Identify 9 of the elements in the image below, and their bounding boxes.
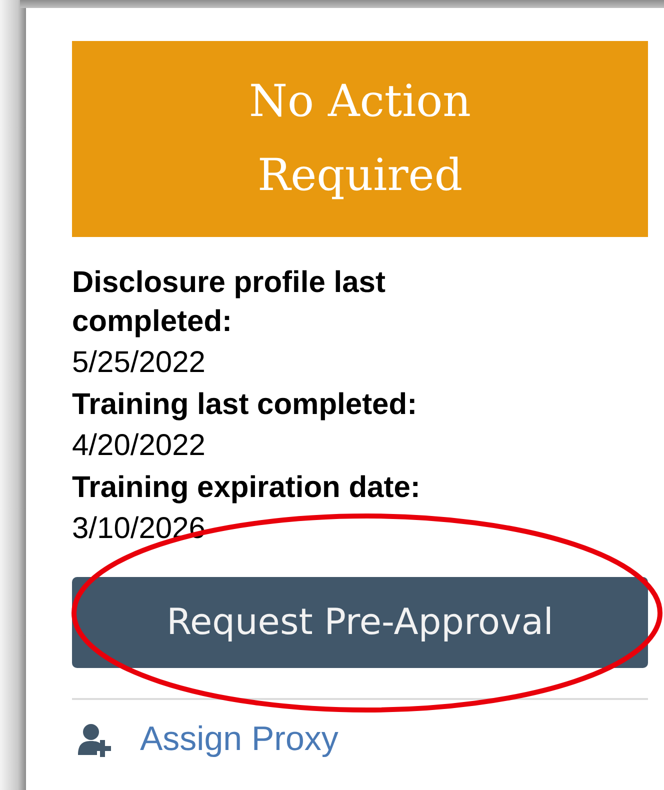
- request-button[interactable]: Request Pre-Approval: [72, 577, 648, 668]
- status-text: No Action Required: [248, 75, 472, 203]
- add-user-icon: [78, 722, 114, 756]
- field-label: Disclosure profile last completed:: [72, 265, 386, 340]
- field-label: Training expiration date:: [72, 470, 422, 506]
- field-value: 4/20/2022: [72, 428, 206, 464]
- assign-proxy-link[interactable]: Assign Proxy: [140, 720, 338, 759]
- field-label: Training last completed:: [72, 387, 418, 423]
- field-value: 5/25/2022: [72, 345, 206, 381]
